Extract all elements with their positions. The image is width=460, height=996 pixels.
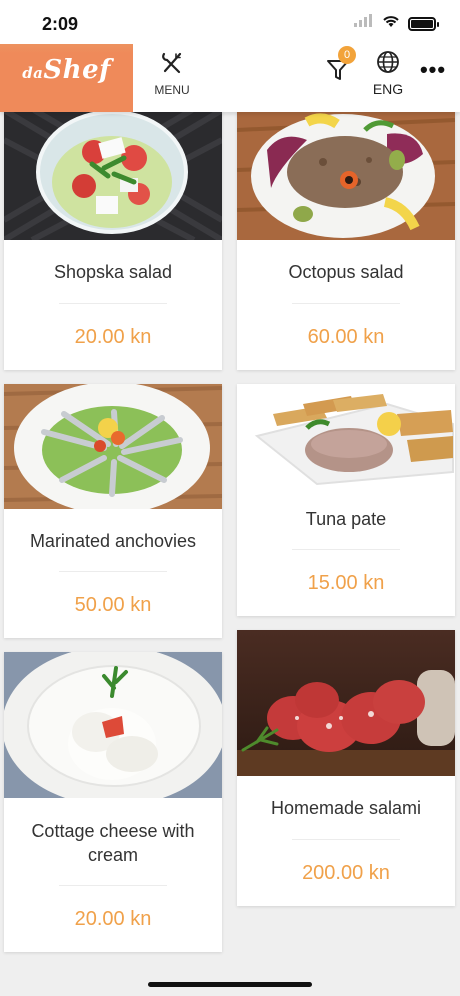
menu-button[interactable]: MENU xyxy=(148,50,196,98)
product-name: Homemade salami xyxy=(270,798,422,818)
menu-label: MENU xyxy=(154,83,190,97)
language-label: ENG xyxy=(372,80,404,97)
globe-icon xyxy=(376,50,400,79)
product-image-homemade-salami xyxy=(237,630,455,776)
signal-icon xyxy=(354,14,374,33)
language-button[interactable]: ENG xyxy=(366,48,410,98)
product-card[interactable]: Shopska salad 20.00 kn xyxy=(4,110,222,370)
product-name: Tuna pate xyxy=(305,509,387,529)
filter-count-badge: 0 xyxy=(338,46,356,64)
more-options-button[interactable]: ••• xyxy=(418,57,448,82)
product-name: Marinated anchovies xyxy=(29,531,197,551)
product-image-tuna-pate xyxy=(237,384,455,488)
cutlery-icon xyxy=(160,51,184,80)
product-card[interactable]: Octopus salad 60.00 kn xyxy=(237,110,455,370)
more-icon: ••• xyxy=(419,57,447,82)
filter-button[interactable]: 0 xyxy=(318,46,358,92)
product-price: 20.00 kn xyxy=(74,908,152,930)
status-time: 2:09 xyxy=(42,14,79,34)
app-header: daShef MENU 0 ENG ••• xyxy=(0,28,460,112)
product-image-cottage-cheese xyxy=(4,652,222,798)
divider xyxy=(59,303,167,304)
product-image-marinated-anchovies xyxy=(4,384,222,509)
product-image-octopus-salad xyxy=(237,110,455,240)
wifi-icon xyxy=(382,14,400,33)
battery-icon xyxy=(408,16,439,31)
divider xyxy=(59,571,167,572)
product-price: 200.00 kn xyxy=(302,862,390,884)
divider xyxy=(292,549,400,550)
product-card[interactable]: Homemade salami 200.00 kn xyxy=(237,630,455,906)
home-indicator[interactable] xyxy=(148,982,312,987)
logo-text: daShef xyxy=(22,55,111,85)
product-name: Shopska salad xyxy=(53,262,173,282)
product-image-shopska-salad xyxy=(4,110,222,240)
product-price: 60.00 kn xyxy=(307,326,385,348)
divider xyxy=(59,885,167,886)
status-icons xyxy=(354,14,439,33)
product-price: 20.00 kn xyxy=(74,326,152,348)
product-name: Cottage cheese with cream xyxy=(31,821,195,865)
product-price: 50.00 kn xyxy=(74,594,152,616)
divider xyxy=(292,303,400,304)
product-card[interactable]: Cottage cheese with cream 20.00 kn xyxy=(4,652,222,952)
divider xyxy=(292,839,400,840)
product-card[interactable]: Tuna pate 15.00 kn xyxy=(237,384,455,616)
product-card[interactable]: Marinated anchovies 50.00 kn xyxy=(4,384,222,638)
product-name: Octopus salad xyxy=(288,262,404,282)
product-price: 15.00 kn xyxy=(307,572,385,594)
status-bar: 2:09 xyxy=(0,0,460,44)
